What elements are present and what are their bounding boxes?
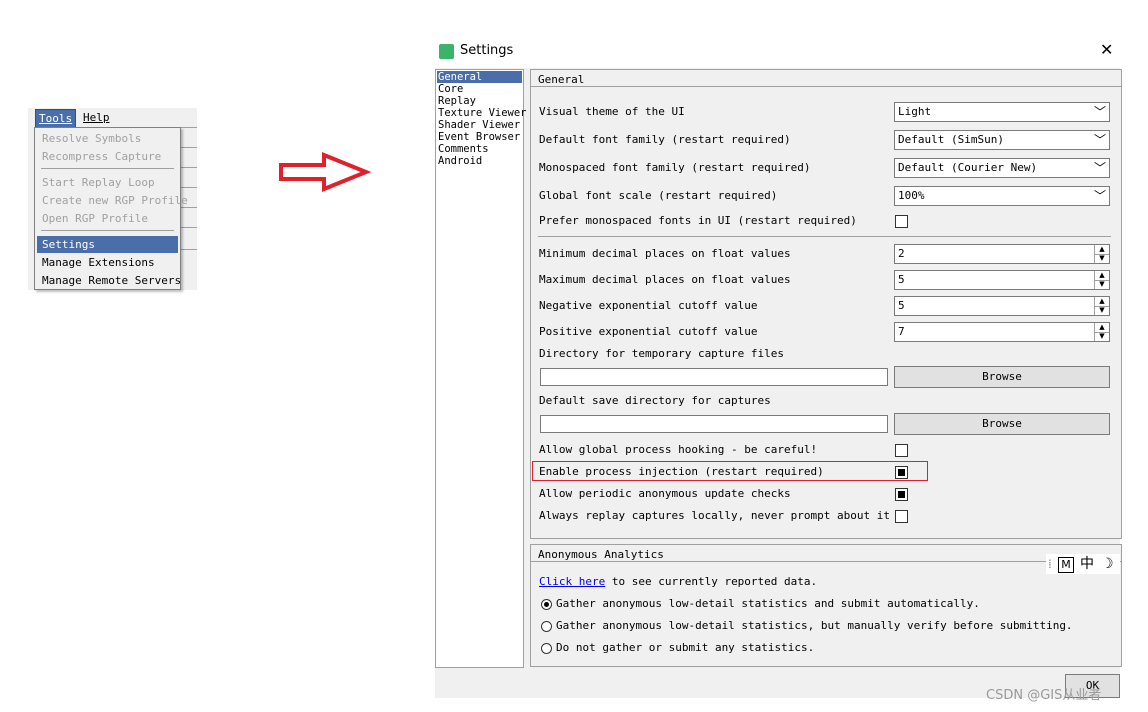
temp-dir-browse-button[interactable]: Browse	[894, 366, 1110, 388]
save-dir-label: Default save directory for captures	[539, 394, 771, 407]
spin-down-icon[interactable]: ▼	[1095, 332, 1109, 341]
temp-dir-label: Directory for temporary capture files	[539, 347, 785, 360]
dialog-title: Settings	[460, 43, 514, 58]
settings-nav: General Core Replay Texture Viewer Shade…	[435, 69, 527, 668]
nav-item-shader-viewer[interactable]: Shader Viewer	[437, 119, 522, 131]
spin-down-icon[interactable]: ▼	[1095, 280, 1109, 289]
prefer-mono-label: Prefer monospaced fonts in UI (restart r…	[539, 214, 857, 227]
right-arrow-icon	[279, 152, 372, 192]
nav-item-core[interactable]: Core	[437, 83, 522, 95]
group-divider	[531, 561, 1121, 562]
hooking-label: Allow global process hooking - be carefu…	[539, 443, 818, 456]
mono-font-value: Default (Courier New)	[898, 161, 1038, 174]
replay-local-label: Always replay captures locally, never pr…	[539, 509, 890, 522]
chevron-down-icon: ﹀	[1093, 189, 1106, 203]
font-family-select[interactable]: Default (SimSun) ﹀	[894, 130, 1110, 150]
menu-item-resolve-symbols: Resolve Symbols	[42, 132, 142, 145]
chevron-down-icon: ﹀	[1093, 105, 1106, 119]
grip-icon: ⁞	[1048, 557, 1052, 571]
analytics-auto-label: Gather anonymous low-detail statistics a…	[556, 597, 980, 610]
pos-exp-label: Positive exponential cutoff value	[539, 325, 758, 338]
ime-lang-icon[interactable]: 中	[1080, 554, 1094, 574]
group-divider	[531, 86, 1121, 87]
nav-item-replay[interactable]: Replay	[437, 95, 522, 107]
moon-icon[interactable]: ☽	[1101, 554, 1114, 574]
analytics-none-label: Do not gather or submit any statistics.	[556, 641, 815, 654]
prefer-mono-checkbox[interactable]	[895, 215, 908, 228]
nav-item-general[interactable]: General	[437, 71, 522, 83]
pos-exp-spinbox[interactable]: 7 ▲ ▼	[894, 322, 1110, 342]
analytics-auto-radio[interactable]	[541, 599, 552, 610]
injection-checkbox[interactable]	[895, 466, 908, 479]
neg-exp-spinbox[interactable]: 5 ▲ ▼	[894, 296, 1110, 316]
mono-font-label: Monospaced font family (restart required…	[539, 161, 811, 174]
menu-item-create-rgp-profile: Create new RGP Profile	[42, 194, 188, 207]
menu-item-manage-remote-servers[interactable]: Manage Remote Servers	[37, 272, 181, 289]
max-decimal-value: 5	[898, 273, 905, 286]
chevron-down-icon: ﹀	[1093, 161, 1106, 175]
menu-separator	[41, 230, 174, 231]
analytics-none-radio[interactable]	[541, 643, 552, 654]
replay-local-checkbox[interactable]	[895, 510, 908, 523]
menu-bar: Tools Help	[28, 108, 197, 128]
analytics-manual-label: Gather anonymous low-detail statistics, …	[556, 619, 1073, 632]
menu-item-start-replay-loop: Start Replay Loop	[42, 176, 155, 189]
save-dir-input[interactable]	[540, 415, 888, 433]
update-check-checkbox[interactable]	[895, 488, 908, 501]
section-divider	[538, 236, 1111, 237]
nav-item-texture-viewer[interactable]: Texture Viewer	[437, 107, 527, 119]
nav-item-event-browser[interactable]: Event Browser	[437, 131, 522, 143]
hooking-checkbox[interactable]	[895, 444, 908, 457]
theme-label: Visual theme of the UI	[539, 105, 685, 118]
neg-exp-label: Negative exponential cutoff value	[539, 299, 758, 312]
spin-down-icon[interactable]: ▼	[1095, 306, 1109, 315]
nav-item-android[interactable]: Android	[437, 155, 522, 167]
font-scale-value: 100%	[898, 189, 925, 202]
mono-font-select[interactable]: Default (Courier New) ﹀	[894, 158, 1110, 178]
menu-help[interactable]: Help	[80, 109, 113, 126]
max-decimal-spinbox[interactable]: 5 ▲ ▼	[894, 270, 1110, 290]
theme-value: Light	[898, 105, 932, 118]
neg-exp-value: 5	[898, 299, 905, 312]
save-dir-browse-button[interactable]: Browse	[894, 413, 1110, 435]
menu-item-recompress-capture: Recompress Capture	[42, 150, 162, 163]
app-icon	[439, 44, 454, 59]
ime-toolbar: ⁞ M 中 ☽	[1046, 554, 1120, 574]
watermark: CSDN @GIS从业者	[986, 688, 1102, 703]
click-here-link[interactable]: Click here	[539, 575, 605, 588]
analytics-manual-radio[interactable]	[541, 621, 552, 632]
menu-item-settings[interactable]: Settings	[37, 236, 178, 253]
close-icon[interactable]: ✕	[1100, 40, 1113, 59]
font-scale-select[interactable]: 100% ﹀	[894, 186, 1110, 206]
pos-exp-value: 7	[898, 325, 905, 338]
tools-dropdown: Resolve Symbols Recompress Capture Start…	[34, 127, 188, 290]
menu-separator	[41, 168, 174, 169]
nav-item-comments[interactable]: Comments	[437, 143, 522, 155]
menu-item-open-rgp-profile: Open RGP Profile	[42, 212, 148, 225]
font-family-label: Default font family (restart required)	[539, 133, 791, 146]
menu-item-manage-extensions[interactable]: Manage Extensions	[37, 254, 178, 271]
min-decimal-label: Minimum decimal places on float values	[539, 247, 791, 260]
temp-dir-input[interactable]	[540, 368, 888, 386]
min-decimal-spinbox[interactable]: 2 ▲ ▼	[894, 244, 1110, 264]
group-title: Anonymous Analytics	[538, 548, 664, 561]
analytics-info-text: to see currently reported data.	[605, 575, 818, 588]
chevron-down-icon: ﹀	[1093, 133, 1106, 147]
injection-label: Enable process injection (restart requir…	[539, 465, 824, 478]
analytics-info: Click here to see currently reported dat…	[539, 575, 817, 588]
spin-down-icon[interactable]: ▼	[1095, 254, 1109, 263]
group-title: General	[538, 73, 585, 86]
font-family-value: Default (SimSun)	[898, 133, 1004, 146]
theme-select[interactable]: Light ﹀	[894, 102, 1110, 122]
ime-mode-icon[interactable]: M	[1058, 557, 1074, 573]
update-check-label: Allow periodic anonymous update checks	[539, 487, 791, 500]
max-decimal-label: Maximum decimal places on float values	[539, 273, 791, 286]
menu-tools[interactable]: Tools	[35, 109, 77, 128]
min-decimal-value: 2	[898, 247, 905, 260]
font-scale-label: Global font scale (restart required)	[539, 189, 778, 202]
